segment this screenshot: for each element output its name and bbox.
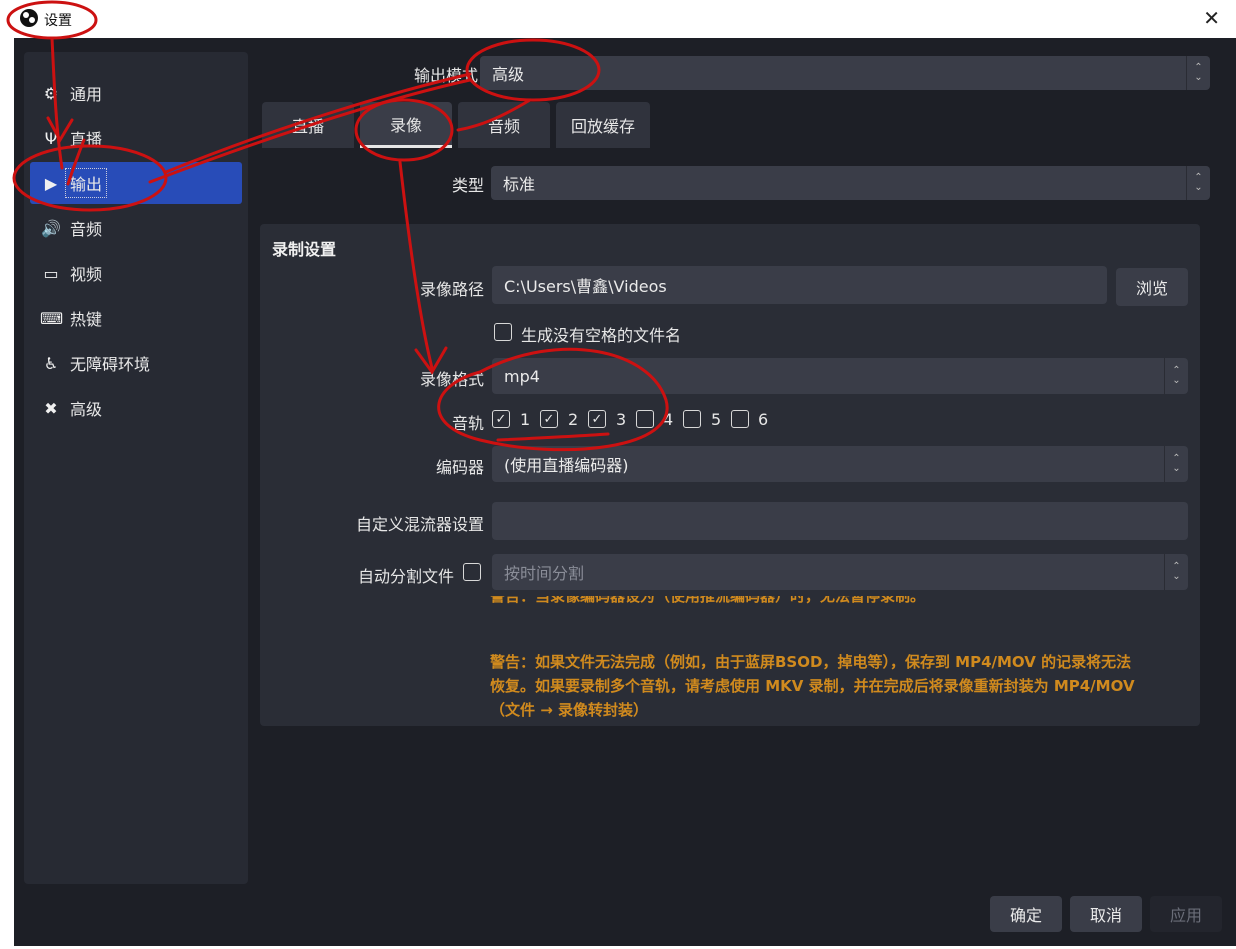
sidebar-item-label: 高级	[70, 400, 103, 419]
auto-split-checkbox[interactable]	[463, 563, 481, 581]
encoder-value: (使用直播编码器)	[504, 456, 629, 475]
warning-pause-text: 警告：当录像编码器设为（使用推流编码器）时，无法暂停录制。	[490, 596, 926, 605]
sidebar-item-label: 直播	[70, 130, 103, 149]
chevron-updown-icon: ⌃ ⌄	[1164, 446, 1188, 482]
antenna-icon: Ψ	[44, 128, 58, 148]
sidebar-item-stream[interactable]: Ψ 直播	[30, 117, 242, 159]
warning-line-2: 恢复。如果要录制多个音轨，请考虑使用 MKV 录制，并在完成后将录像重新封装为 …	[490, 677, 1135, 695]
ok-button[interactable]: 确定	[990, 896, 1062, 932]
warning-pause: 警告：当录像编码器设为（使用推流编码器）时，无法暂停录制。	[490, 596, 925, 610]
sidebar-item-output[interactable]: ▶ 输出	[30, 162, 242, 204]
window-title: 设置	[44, 13, 72, 29]
custom-muxer-label: 自定义混流器设置	[355, 515, 484, 534]
sidebar-item-label: 无障碍环境	[70, 355, 151, 374]
sidebar-item-video[interactable]: ▭ 视频	[30, 252, 242, 294]
audio-track-label-3: 3	[616, 410, 627, 429]
keyboard-icon: ⌨	[40, 308, 64, 328]
audio-track-checkbox-6[interactable]	[731, 410, 749, 428]
sidebar-item-hotkeys[interactable]: ⌨ 热键	[30, 297, 242, 339]
recording-format-select[interactable]: mp4 ⌃ ⌄	[492, 358, 1188, 394]
cancel-button[interactable]: 取消	[1070, 896, 1142, 932]
auto-split-label: 自动分割文件	[357, 567, 454, 586]
sidebar: ⚙ 通用 Ψ 直播 ▶ 输出 🔊 音频 ▭ 视频 ⌨ 热键 ♿ 无障碍环境 ✖	[24, 52, 248, 884]
tab-audio[interactable]: 音频	[458, 102, 550, 148]
group-title: 录制设置	[272, 240, 337, 259]
audio-track-label-6: 6	[758, 410, 769, 429]
audio-track-label: 音轨	[451, 414, 484, 433]
recording-format-label: 录像格式	[419, 370, 484, 389]
sidebar-item-audio[interactable]: 🔊 音频	[30, 207, 242, 249]
audio-track-label-2: 2	[568, 410, 579, 429]
output-icon: ▶	[44, 173, 58, 193]
audio-track-label-5: 5	[711, 410, 722, 429]
apply-button[interactable]: 应用	[1150, 896, 1222, 932]
no-space-filename-checkbox[interactable]	[494, 323, 512, 341]
speaker-icon: 🔊	[41, 218, 61, 238]
sidebar-item-advanced[interactable]: ✖ 高级	[30, 387, 242, 429]
sidebar-item-label: 输出	[65, 168, 108, 198]
warning-line-3: （文件 → 录像转封装）	[490, 701, 649, 719]
sidebar-item-accessibility[interactable]: ♿ 无障碍环境	[30, 342, 242, 384]
monitor-icon: ▭	[43, 263, 59, 283]
output-mode-select[interactable]: 高级 ⌃ ⌄	[480, 56, 1210, 90]
audio-track-checkbox-5[interactable]	[683, 410, 701, 428]
audio-track-checkbox-3[interactable]: ✓	[588, 410, 606, 428]
accessibility-icon: ♿	[43, 353, 59, 373]
chevron-updown-icon: ⌃ ⌄	[1186, 166, 1210, 200]
type-select[interactable]: 标准 ⌃ ⌄	[491, 166, 1210, 200]
tab-stream[interactable]: 直播	[262, 102, 354, 148]
recording-format-value: mp4	[504, 366, 540, 386]
chevron-updown-icon: ⌃ ⌄	[1164, 358, 1188, 394]
tab-replay-buffer[interactable]: 回放缓存	[556, 102, 650, 148]
obs-logo-icon	[20, 9, 38, 27]
audio-track-label-4: 4	[663, 410, 674, 429]
chevron-updown-icon: ⌃ ⌄	[1164, 554, 1188, 590]
gear-icon: ⚙	[43, 83, 59, 103]
custom-muxer-input[interactable]	[492, 502, 1188, 540]
audio-track-label-1: 1	[520, 410, 531, 429]
sidebar-item-label: 视频	[70, 265, 103, 284]
audio-track-checkbox-1[interactable]: ✓	[492, 410, 510, 428]
warning-line-1: 警告：如果文件无法完成（例如，由于蓝屏BSOD，掉电等），保存到 MP4/MOV…	[490, 653, 1132, 671]
browse-button[interactable]: 浏览	[1116, 268, 1188, 306]
recording-path-value: C:\Users\曹鑫\Videos	[504, 277, 667, 296]
sidebar-item-label: 热键	[70, 310, 103, 329]
recording-path-input[interactable]: C:\Users\曹鑫\Videos	[492, 266, 1107, 304]
type-value: 标准	[503, 175, 536, 194]
output-mode-label: 输出模式	[413, 66, 478, 85]
split-mode-value: 按时间分割	[504, 564, 585, 583]
audio-track-checkbox-2[interactable]: ✓	[540, 410, 558, 428]
settings-window: ⚙ 通用 Ψ 直播 ▶ 输出 🔊 音频 ▭ 视频 ⌨ 热键 ♿ 无障碍环境 ✖	[14, 38, 1236, 946]
sidebar-item-general[interactable]: ⚙ 通用	[30, 72, 242, 114]
sidebar-item-label: 音频	[70, 220, 103, 239]
encoder-label: 编码器	[435, 458, 484, 477]
sidebar-item-label: 通用	[70, 85, 103, 104]
no-space-filename-label: 生成没有空格的文件名	[521, 326, 682, 345]
recording-settings-group: 录制设置 录像路径 C:\Users\曹鑫\Videos 浏览 生成没有空格的文…	[260, 224, 1200, 726]
tab-recording[interactable]: 录像	[360, 102, 452, 148]
close-icon[interactable]: ✕	[1203, 6, 1220, 30]
tools-icon: ✖	[44, 398, 58, 418]
encoder-select[interactable]: (使用直播编码器) ⌃ ⌄	[492, 446, 1188, 482]
chevron-updown-icon: ⌃ ⌄	[1186, 56, 1210, 90]
recording-path-label: 录像路径	[419, 280, 484, 299]
audio-track-checkbox-4[interactable]	[636, 410, 654, 428]
type-label: 类型	[451, 176, 484, 195]
title-bar: 设置 ✕	[0, 0, 1236, 38]
split-mode-select[interactable]: 按时间分割 ⌃ ⌄	[492, 554, 1188, 590]
output-mode-value: 高级	[492, 65, 525, 84]
